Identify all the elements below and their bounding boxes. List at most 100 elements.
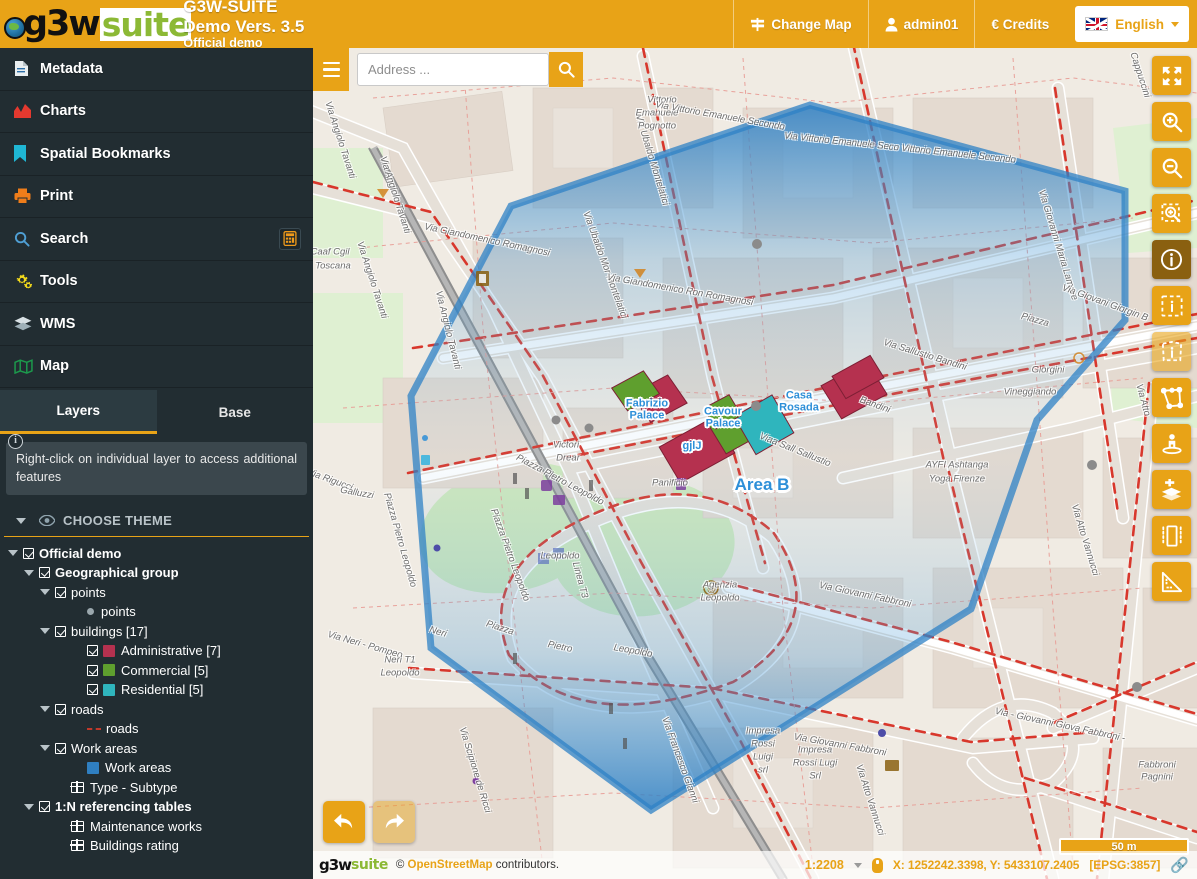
layer-label: Official demo bbox=[39, 545, 122, 561]
area-measure-icon[interactable] bbox=[1152, 562, 1191, 601]
table-icon bbox=[70, 780, 84, 793]
zoom-to-extent-icon[interactable] bbox=[1152, 56, 1191, 95]
sidebar-item-map[interactable]: Map bbox=[0, 346, 313, 388]
layer-node[interactable]: points bbox=[0, 582, 313, 602]
layer-node[interactable]: Maintenance works bbox=[0, 816, 313, 836]
link-icon[interactable]: 🔗 bbox=[1170, 856, 1189, 874]
zoom-in-icon[interactable] bbox=[1152, 102, 1191, 141]
user-menu-button[interactable]: admin01 bbox=[867, 0, 975, 48]
map-canvas: @ bbox=[313, 48, 1197, 879]
credits-button[interactable]: € Credits bbox=[974, 0, 1065, 48]
header-spacer bbox=[313, 0, 733, 48]
map-icon bbox=[14, 358, 40, 374]
layer-checkbox[interactable] bbox=[39, 801, 50, 812]
chevron-down-icon[interactable] bbox=[853, 862, 862, 868]
layer-node[interactable]: Residential [5] bbox=[0, 680, 313, 700]
sidebar-item-label: Spatial Bookmarks bbox=[40, 145, 171, 162]
chart-icon bbox=[14, 104, 40, 119]
logo-g3w-label: g3w bbox=[23, 3, 101, 44]
zoom-out-icon[interactable] bbox=[1152, 148, 1191, 187]
chevron-down-icon[interactable] bbox=[8, 550, 18, 556]
sidebar-item-charts[interactable]: Charts bbox=[0, 91, 313, 133]
sidebar-item-wms[interactable]: WMS bbox=[0, 303, 313, 346]
layer-label: buildings [17] bbox=[71, 623, 148, 639]
map-attribution: © OpenStreetMap contributors. bbox=[396, 859, 559, 871]
layer-label: roads bbox=[106, 721, 139, 736]
redo-button[interactable] bbox=[373, 801, 415, 843]
tab-layers[interactable]: Layers bbox=[0, 390, 157, 434]
chevron-down-icon[interactable] bbox=[24, 803, 34, 810]
layer-checkbox[interactable] bbox=[87, 664, 98, 676]
choose-theme-row[interactable]: CHOOSE THEME bbox=[4, 501, 309, 538]
uk-flag-icon bbox=[1085, 17, 1109, 31]
layer-node[interactable]: Geographical group bbox=[0, 563, 313, 583]
language-label: English bbox=[1115, 16, 1164, 32]
status-right-group: 1:2208 X: 1252242.3398, Y: 5433107.2405 … bbox=[805, 856, 1197, 874]
layer-node[interactable]: Official demo bbox=[0, 543, 313, 563]
layer-node[interactable]: 1:N referencing tables bbox=[0, 797, 313, 817]
map-search-bar bbox=[313, 48, 583, 91]
layer-node[interactable]: buildings [17] bbox=[0, 621, 313, 641]
sidebar-toggle-button[interactable] bbox=[313, 48, 349, 91]
layer-node[interactable]: Administrative [7] bbox=[0, 641, 313, 661]
layer-checkbox[interactable] bbox=[87, 684, 98, 695]
search-icon bbox=[558, 61, 575, 78]
layer-node[interactable]: points bbox=[0, 602, 313, 622]
layer-label: Maintenance works bbox=[90, 818, 202, 834]
layer-checkbox[interactable] bbox=[23, 547, 34, 559]
sidebar-item-tools[interactable]: Tools bbox=[0, 261, 313, 303]
osm-link[interactable]: OpenStreetMap bbox=[408, 859, 493, 871]
layer-label: Work areas bbox=[105, 760, 172, 775]
address-search-button[interactable] bbox=[549, 52, 583, 87]
layer-checkbox[interactable] bbox=[55, 742, 66, 754]
change-map-button[interactable]: Change Map bbox=[733, 0, 867, 48]
layer-node[interactable]: Work areas bbox=[0, 738, 313, 758]
add-layer-icon[interactable] bbox=[1152, 470, 1191, 509]
language-selector[interactable]: English bbox=[1075, 6, 1189, 42]
chevron-down-icon[interactable] bbox=[24, 569, 34, 576]
layer-checkbox[interactable] bbox=[55, 703, 66, 715]
layer-checkbox[interactable] bbox=[55, 586, 66, 598]
chevron-down-icon[interactable] bbox=[40, 589, 50, 595]
query-by-drawn-polygon-icon[interactable] bbox=[1152, 378, 1191, 417]
layer-checkbox[interactable] bbox=[87, 645, 98, 656]
sidebar-item-spatial-bookmarks[interactable]: Spatial Bookmarks bbox=[0, 133, 313, 176]
calculator-icon[interactable] bbox=[279, 227, 301, 250]
choose-theme-label: CHOOSE THEME bbox=[63, 513, 173, 529]
chevron-down-icon[interactable] bbox=[40, 706, 50, 712]
layer-node[interactable]: Type - Subtype bbox=[0, 777, 313, 797]
map-scale-value[interactable]: 1:2208 bbox=[805, 858, 844, 872]
sidebar-item-metadata[interactable]: Metadata bbox=[0, 48, 313, 91]
zoom-to-selection-icon[interactable] bbox=[1152, 194, 1191, 233]
chevron-down-icon[interactable] bbox=[40, 745, 50, 751]
layer-node[interactable]: Buildings rating bbox=[0, 836, 313, 856]
layer-label: Commercial [5] bbox=[121, 662, 209, 678]
app-header: g3w suite G3W-SUITE Demo Vers. 3.5 Offic… bbox=[0, 0, 1197, 50]
layer-node[interactable]: roads bbox=[0, 719, 313, 739]
layer-checkbox[interactable] bbox=[55, 625, 66, 637]
query-by-polygon-icon[interactable] bbox=[1152, 332, 1191, 371]
undo-button[interactable] bbox=[323, 801, 365, 843]
layer-node[interactable]: Commercial [5] bbox=[0, 660, 313, 680]
query-by-box-icon[interactable] bbox=[1152, 286, 1191, 325]
layer-node[interactable]: Work areas bbox=[0, 758, 313, 778]
sidebar-item-print[interactable]: Print bbox=[0, 176, 313, 218]
identify-info-icon[interactable] bbox=[1152, 240, 1191, 279]
map-container[interactable]: @ Via Angiolo Tavanti Via Angiolo Tavanti… bbox=[313, 48, 1197, 879]
address-search-input[interactable] bbox=[357, 53, 549, 86]
street-view-icon[interactable] bbox=[1152, 424, 1191, 463]
sidebar-item-label: Print bbox=[40, 188, 74, 205]
brand-logo[interactable]: g3w suite G3W-SUITE Demo Vers. 3.5 Offic… bbox=[0, 0, 313, 50]
sidebar-item-search[interactable]: Search bbox=[0, 218, 313, 261]
sidebar-item-label: Charts bbox=[40, 103, 86, 120]
user-label: admin01 bbox=[903, 16, 959, 32]
layer-checkbox[interactable] bbox=[39, 567, 50, 578]
layer-node[interactable]: roads bbox=[0, 699, 313, 719]
length-measure-icon[interactable] bbox=[1152, 516, 1191, 555]
layer-label: Buildings rating bbox=[90, 838, 179, 853]
layer-label: roads bbox=[71, 701, 104, 717]
chevron-down-icon[interactable] bbox=[40, 628, 50, 634]
color-swatch bbox=[103, 664, 115, 676]
layers-icon bbox=[14, 316, 40, 331]
tab-base[interactable]: Base bbox=[157, 390, 314, 434]
